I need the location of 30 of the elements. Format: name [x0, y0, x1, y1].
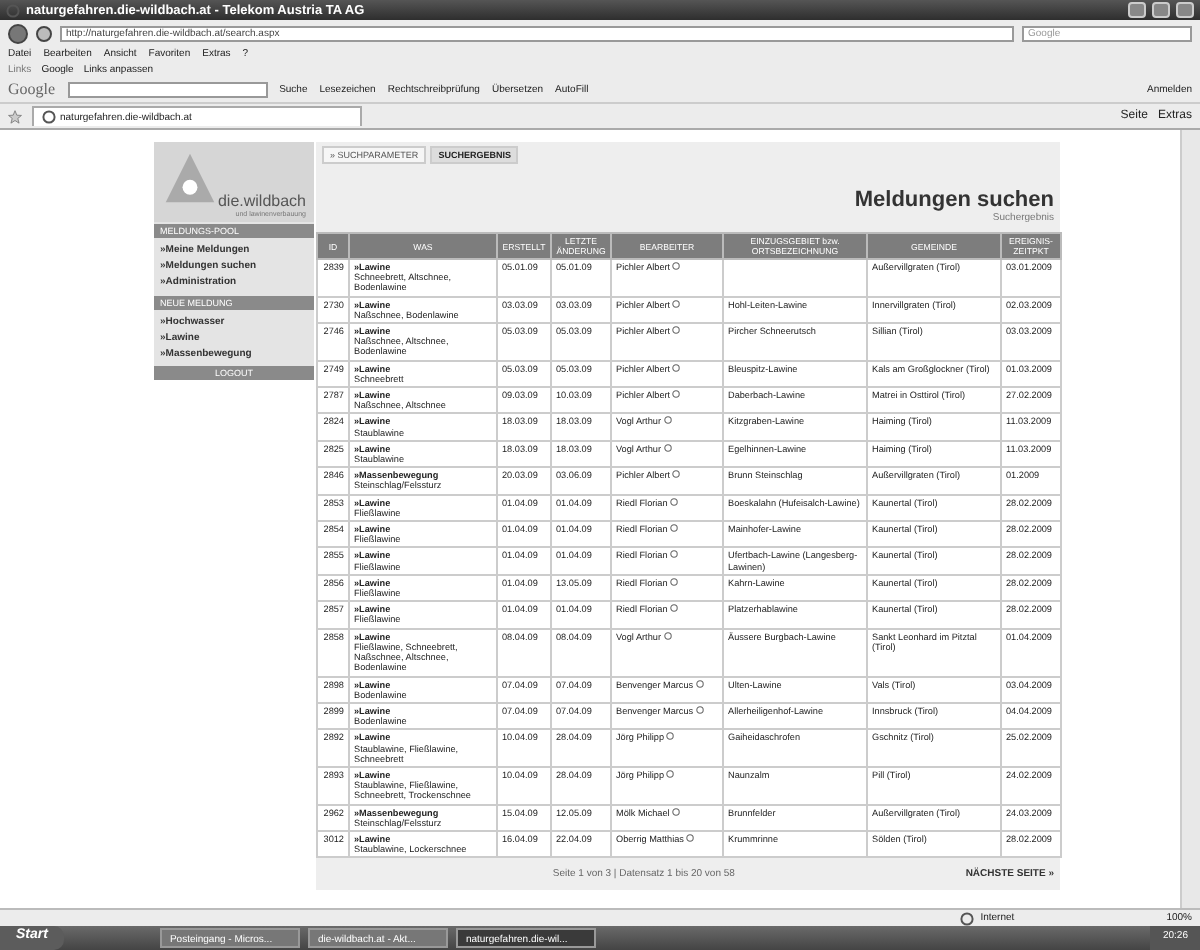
info-icon[interactable] [670, 550, 679, 559]
info-icon[interactable] [672, 390, 681, 399]
info-icon[interactable] [663, 416, 672, 425]
minimize-button[interactable] [1128, 2, 1146, 18]
maximize-button[interactable] [1152, 2, 1170, 18]
info-icon[interactable] [663, 443, 672, 452]
info-icon[interactable] [695, 705, 704, 714]
page-title: Meldungen suchen [854, 188, 1054, 212]
info-icon[interactable] [672, 363, 681, 372]
close-button[interactable] [1176, 2, 1194, 18]
info-icon[interactable] [686, 833, 695, 842]
info-icon[interactable] [672, 326, 681, 335]
info-icon[interactable] [672, 262, 681, 270]
info-icon[interactable] [670, 577, 679, 586]
scrollbar[interactable] [1180, 130, 1200, 908]
info-icon[interactable] [670, 497, 679, 506]
info-icon[interactable] [672, 807, 681, 816]
star-icon[interactable] [8, 109, 22, 123]
back-button[interactable] [8, 23, 28, 43]
info-icon[interactable] [670, 604, 679, 613]
info-icon[interactable] [666, 732, 675, 741]
info-icon[interactable] [672, 299, 681, 308]
forward-button[interactable] [36, 25, 52, 41]
info-icon[interactable] [672, 470, 681, 479]
info-icon[interactable] [666, 769, 675, 778]
info-icon[interactable] [670, 524, 679, 533]
google-logo: Google [8, 80, 56, 98]
toolbar-search-field[interactable] [67, 81, 268, 97]
info-icon[interactable] [663, 631, 672, 640]
info-icon[interactable] [695, 679, 704, 687]
